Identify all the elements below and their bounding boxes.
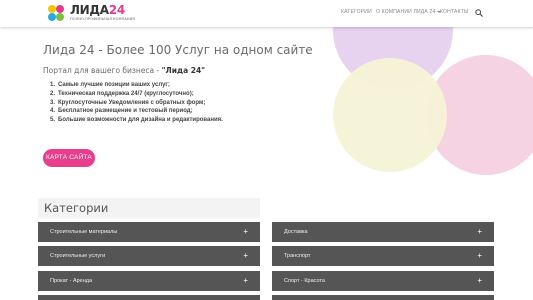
accordion-partial[interactable] bbox=[38, 295, 260, 300]
plus-icon: + bbox=[243, 276, 248, 285]
list-item: 5. Большие возможности для дизайна и реда… bbox=[49, 117, 223, 124]
decor-circle-yellow bbox=[333, 58, 447, 172]
logo-mark-icon bbox=[48, 5, 70, 23]
plus-icon: + bbox=[477, 227, 482, 236]
nav-about[interactable]: О КОМПАНИИ ЛИДА 24 bbox=[376, 9, 442, 15]
sitemap-button[interactable]: КАРТА САЙТА bbox=[43, 149, 95, 167]
list-item: 3. Круглосуточные Уведомления с обратных … bbox=[49, 99, 206, 106]
list-item: 4. Бесплатное размещение и тестовый перио… bbox=[49, 108, 193, 115]
site-logo[interactable]: ЛИДА24 ПОЛНО-ПРОФИЛЬНАЯ КОМПАНИЯ bbox=[48, 3, 135, 24]
page-title: Лида 24 - Более 100 Услуг на одном сайте bbox=[43, 43, 313, 57]
search-icon[interactable] bbox=[475, 9, 483, 17]
accordion-transport[interactable]: Транспорт + bbox=[272, 246, 494, 266]
site-header: ЛИДА24 ПОЛНО-ПРОФИЛЬНАЯ КОМПАНИЯ КАТЕГОР… bbox=[0, 0, 533, 27]
logo-text: ЛИДА24 bbox=[70, 3, 125, 17]
plus-icon: + bbox=[477, 251, 482, 260]
accordion-partial[interactable] bbox=[272, 295, 494, 300]
categories-title: Категории bbox=[44, 201, 109, 215]
features-list: 1. Самые лучшие позиции ваших услуг; 2. Те… bbox=[43, 81, 223, 125]
accordion-rental[interactable]: Прокат - Аренда + bbox=[38, 271, 260, 291]
accordion-construction-materials[interactable]: Строительные материалы + bbox=[38, 222, 260, 242]
list-item: 2. Техническая поддержка 24/7 (круглосуто… bbox=[49, 90, 194, 97]
plus-icon: + bbox=[243, 251, 248, 260]
plus-icon: + bbox=[243, 227, 248, 236]
accordion-delivery[interactable]: Доставка + bbox=[272, 222, 494, 242]
accordion-sport-beauty[interactable]: Спорт - Красота + bbox=[272, 271, 494, 291]
accordion-construction-services[interactable]: Строительные услуги + bbox=[38, 246, 260, 266]
list-item: 1. Самые лучшие позиции ваших услуг; bbox=[49, 82, 170, 88]
hero-subtitle: Портал для вашего бизнеса - "Лида 24" bbox=[43, 66, 206, 75]
logo-tagline: ПОЛНО-ПРОФИЛЬНАЯ КОМПАНИЯ bbox=[70, 17, 135, 21]
nav-categories[interactable]: КАТЕГОРИИ bbox=[341, 9, 372, 15]
plus-icon: + bbox=[477, 276, 482, 285]
nav-contacts[interactable]: КОНТАКТЫ bbox=[440, 9, 469, 15]
